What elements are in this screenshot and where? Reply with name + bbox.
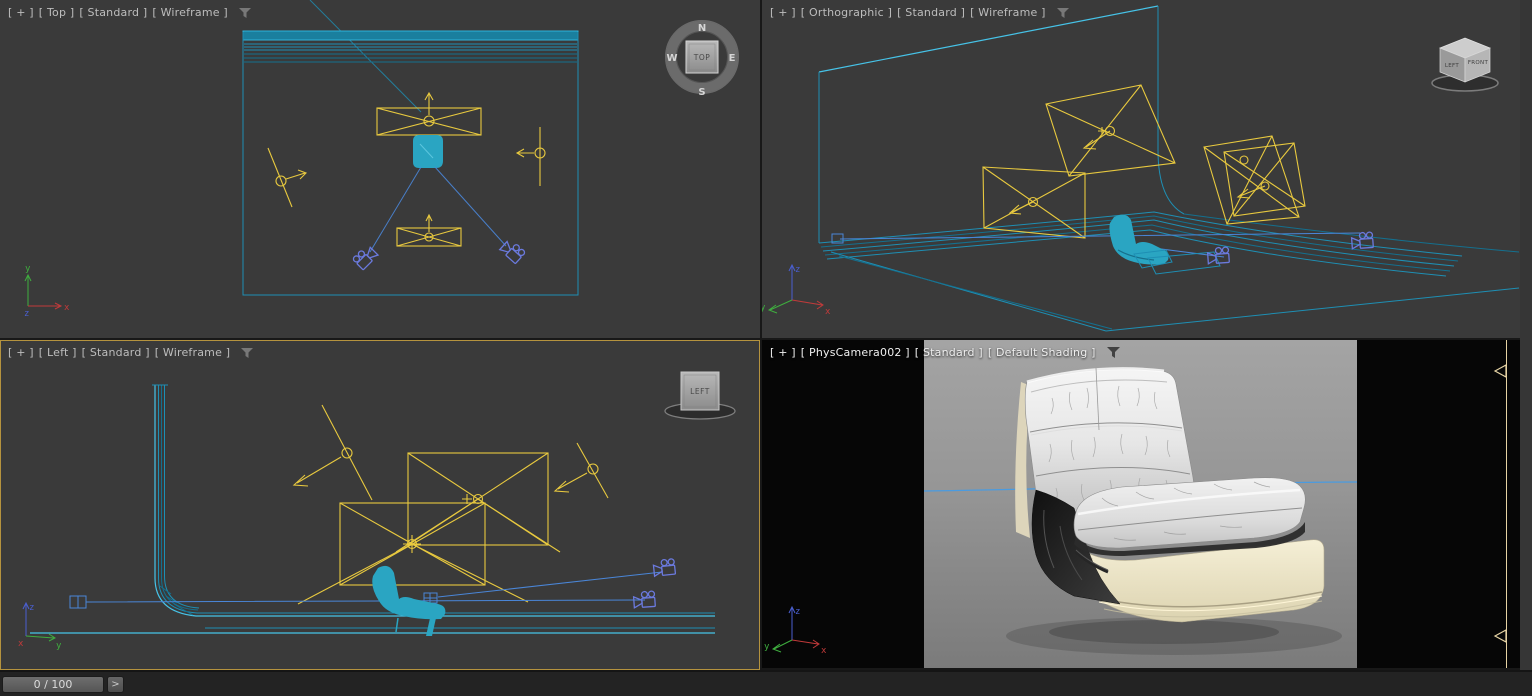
window-edge-strip	[1520, 0, 1532, 670]
chair-object[interactable]	[1109, 214, 1221, 275]
area-light-gizmo-small[interactable]	[396, 213, 462, 247]
world-axis-tripod: z y x	[764, 605, 827, 656]
physical-camera-gizmo[interactable]	[652, 557, 677, 577]
viewport-menu-renderer[interactable]: [ Standard ]	[915, 346, 983, 359]
compass-west[interactable]: W	[666, 53, 677, 64]
viewcube[interactable]: LEFT	[660, 366, 740, 428]
viewport-layout: y z x [ + ] [ Top ] [ Standard ] [ Wiref…	[0, 0, 1532, 696]
viewcube-left-face[interactable]: LEFT	[690, 387, 710, 396]
viewport-menu-shading[interactable]: [ Wireframe ]	[970, 6, 1046, 19]
camera-target-line	[831, 232, 1361, 258]
world-axis-tripod: z y x	[18, 601, 62, 651]
cyc-backdrop[interactable]	[818, 5, 1520, 332]
light-target-line	[309, 0, 422, 113]
viewport-menu-pov[interactable]: [ PhysCamera002 ]	[801, 346, 910, 359]
svg-text:x: x	[825, 307, 831, 317]
svg-text:z: z	[795, 607, 800, 617]
svg-text:z: z	[795, 265, 800, 275]
compass-south[interactable]: S	[698, 87, 705, 98]
light-gizmo-right[interactable]	[553, 442, 609, 499]
viewport-top[interactable]: y z x [ + ] [ Top ] [ Standard ] [ Wiref…	[0, 0, 760, 338]
top-viewport-scene: y z x	[24, 0, 579, 319]
svg-text:x: x	[64, 303, 70, 313]
compass-north[interactable]: N	[698, 23, 706, 34]
light-gizmo-left[interactable]	[267, 147, 307, 208]
area-light-gizmo[interactable]	[376, 91, 482, 136]
next-frame-button[interactable]: >	[107, 676, 124, 693]
svg-text:x: x	[821, 646, 827, 656]
world-axis-tripod: y z x	[24, 264, 70, 319]
world-axis-tripod: z y x	[762, 263, 831, 317]
viewport-menu-shading[interactable]: [ Default Shading ]	[988, 346, 1096, 359]
viewport-menu-renderer[interactable]: [ Standard ]	[82, 346, 150, 359]
viewport-menu-shading[interactable]: [ Wireframe ]	[152, 6, 228, 19]
left-viewport-scene: z y x	[18, 384, 715, 651]
svg-text:y: y	[762, 303, 766, 313]
viewport-label: [ + ] [ PhysCamera002 ] [ Standard ] [ D…	[770, 346, 1121, 359]
time-slider-bar: 0 / 100 >	[0, 670, 1532, 696]
cyc-backdrop[interactable]	[242, 30, 579, 296]
camera-frame-markers	[1493, 363, 1507, 644]
viewport-label: [ + ] [ Orthographic ] [ Standard ] [ Wi…	[770, 6, 1070, 19]
viewport-menu-pov[interactable]: [ Left ]	[39, 346, 77, 359]
viewport-filter-icon[interactable]	[1056, 7, 1070, 19]
svg-text:z: z	[24, 309, 29, 319]
next-frame-arrow: >	[111, 679, 120, 690]
viewport-menu-general[interactable]: [ + ]	[770, 6, 796, 19]
viewport-left[interactable]: z y x [ + ] [ Left ] [ Standard ] [ Wire…	[0, 340, 760, 670]
orthographic-viewport-scene: z y x	[762, 5, 1520, 332]
svg-text:y: y	[25, 264, 31, 274]
cyc-backdrop[interactable]	[30, 384, 715, 634]
viewport-menu-general[interactable]: [ + ]	[8, 346, 34, 359]
viewcube[interactable]: LEFT FRONT	[1425, 30, 1505, 98]
area-light-gizmo[interactable]	[1045, 84, 1176, 177]
viewport-camera[interactable]: z y x [ + ] [ PhysCamera002 ] [ Standard…	[762, 340, 1520, 668]
camera-viewport-overlay: z y x	[764, 605, 827, 656]
viewcube-top-face[interactable]: TOP	[693, 53, 711, 62]
viewport-menu-renderer[interactable]: [ Standard ]	[79, 6, 147, 19]
light-gizmo-right[interactable]	[515, 127, 546, 186]
viewcube-left-face[interactable]: LEFT	[1445, 63, 1460, 69]
viewport-menu-pov[interactable]: [ Orthographic ]	[801, 6, 892, 19]
viewcube[interactable]: N E S W TOP	[662, 17, 742, 101]
viewport-menu-renderer[interactable]: [ Standard ]	[897, 6, 965, 19]
svg-text:y: y	[56, 641, 62, 651]
viewport-label: [ + ] [ Top ] [ Standard ] [ Wireframe ]	[8, 6, 252, 19]
viewport-filter-icon[interactable]	[1106, 346, 1121, 359]
area-light-gizmo[interactable]	[1203, 135, 1306, 225]
svg-text:z: z	[29, 603, 34, 613]
time-slider-thumb[interactable]: 0 / 100	[2, 676, 104, 693]
viewport-orthographic[interactable]: z y x [ + ] [ Orthographic ] [ Standard …	[762, 0, 1520, 338]
viewport-filter-icon[interactable]	[240, 347, 254, 359]
compass-east[interactable]: E	[729, 53, 736, 64]
viewport-menu-general[interactable]: [ + ]	[770, 346, 796, 359]
svg-text:x: x	[18, 639, 24, 649]
viewcube-front-face[interactable]: FRONT	[1468, 60, 1489, 66]
svg-text:y: y	[764, 642, 770, 652]
viewport-menu-general[interactable]: [ + ]	[8, 6, 34, 19]
viewport-menu-shading[interactable]: [ Wireframe ]	[155, 346, 231, 359]
viewport-label: [ + ] [ Left ] [ Standard ] [ Wireframe …	[8, 346, 254, 359]
area-light-gizmo[interactable]	[297, 502, 529, 605]
viewport-menu-pov[interactable]: [ Top ]	[39, 6, 75, 19]
viewport-filter-icon[interactable]	[238, 7, 252, 19]
physical-camera-gizmo[interactable]	[632, 590, 656, 609]
physical-camera-gizmo[interactable]	[351, 243, 379, 271]
chair-object[interactable]	[413, 135, 443, 168]
frame-counter: 0 / 100	[33, 678, 73, 691]
light-gizmo-left[interactable]	[292, 404, 373, 501]
physical-camera-gizmo[interactable]	[499, 237, 527, 265]
